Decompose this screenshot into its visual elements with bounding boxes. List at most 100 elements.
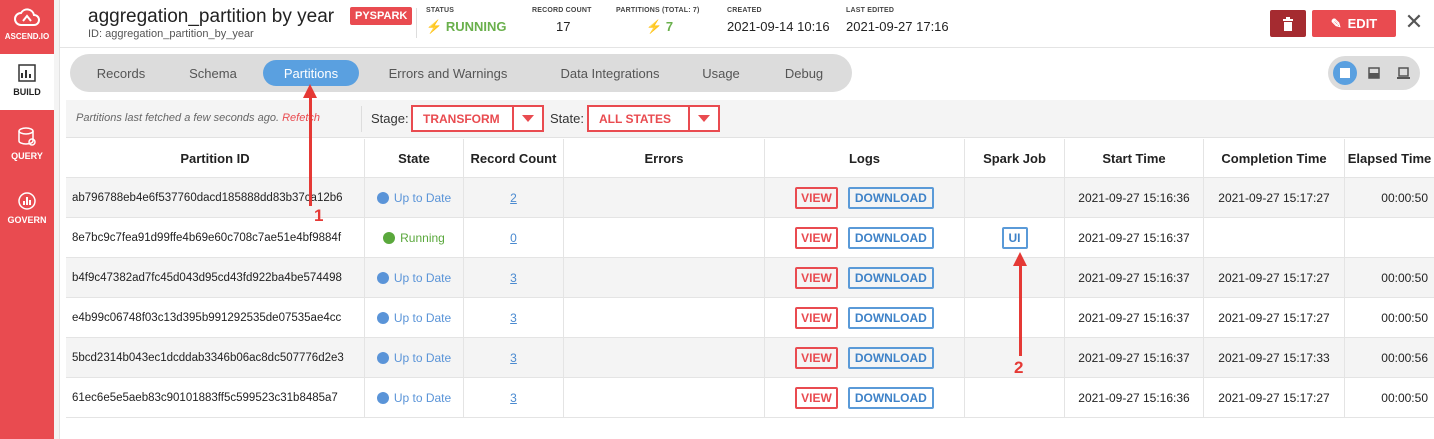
stage-label: Stage:	[371, 111, 409, 126]
download-log-button[interactable]: DOWNLOAD	[847, 266, 934, 289]
annotation-arrowhead-2	[1013, 252, 1027, 266]
state-badge: Running	[383, 231, 445, 245]
table-row[interactable]: e4b99c06748f03c13d395b991292535de07535ae…	[66, 298, 1434, 338]
state-cell: Up to Date	[365, 258, 464, 297]
col-state[interactable]: State	[365, 139, 464, 177]
edited-meta: LAST EDITED 2021-09-27 17:16	[846, 7, 949, 34]
close-icon[interactable]: ✕	[1404, 10, 1424, 36]
created-value: 2021-09-14 10:16	[727, 19, 830, 34]
download-log-button[interactable]: DOWNLOAD	[847, 186, 934, 209]
table-row[interactable]: 5bcd2314b043ec1dcddab3346b06ac8dc507776d…	[66, 338, 1434, 378]
logs-cell: VIEW DOWNLOAD	[765, 258, 965, 297]
running-bolt-icon: ⚡	[426, 19, 443, 34]
completion-time: 2021-09-27 15:17:33	[1218, 350, 1330, 365]
status-meta: STATUS ⚡ RUNNING	[426, 7, 506, 35]
record-count-link[interactable]: 3	[510, 351, 517, 365]
state-badge: Up to Date	[376, 311, 451, 325]
download-log-button[interactable]: DOWNLOAD	[847, 386, 934, 409]
col-completion-time[interactable]: Completion Time	[1204, 139, 1345, 177]
created-meta: CREATED 2021-09-14 10:16	[727, 7, 830, 34]
download-log-button[interactable]: DOWNLOAD	[847, 306, 934, 329]
check-circle-icon	[376, 191, 389, 204]
record-count-cell: 3	[464, 378, 564, 417]
record-count-cell: 0	[464, 218, 564, 257]
table-row[interactable]: ab796788eb4e6f537760dacd185888dd83b37ca1…	[66, 178, 1434, 218]
elapsed-time-cell	[1345, 218, 1434, 257]
completion-time: 2021-09-27 15:17:27	[1218, 310, 1330, 325]
completion-time-cell: 2021-09-27 15:17:33	[1204, 338, 1345, 377]
table-row[interactable]: 8e7bc9c7fea91d99ffe4b69e60c708c7ae51e4bf…	[66, 218, 1434, 258]
view-log-button[interactable]: VIEW	[795, 306, 838, 329]
bolt-icon	[383, 231, 396, 244]
rail-item-govern[interactable]: GOVERN	[0, 184, 54, 234]
table-row[interactable]: b4f9c47382ad7fc45d043d95cd43fd922ba4be57…	[66, 258, 1434, 298]
state-text: Running	[400, 230, 445, 245]
col-partition-id[interactable]: Partition ID	[66, 139, 365, 177]
view-log-button[interactable]: VIEW	[795, 186, 838, 209]
partitions-bolt-icon: ⚡	[646, 19, 663, 34]
record-count-link[interactable]: 0	[510, 231, 517, 245]
col-record-count[interactable]: Record Count	[464, 139, 564, 177]
record-count-link[interactable]: 2	[510, 191, 517, 205]
col-logs[interactable]: Logs	[765, 139, 965, 177]
tab-usage[interactable]: Usage	[692, 60, 750, 86]
delete-button[interactable]	[1270, 10, 1306, 37]
view-panel-button[interactable]	[1391, 61, 1415, 85]
view-log-button[interactable]: VIEW	[795, 226, 838, 249]
created-key: CREATED	[727, 7, 762, 14]
record-count-link[interactable]: 3	[510, 271, 517, 285]
view-log-button[interactable]: VIEW	[795, 386, 838, 409]
edit-button[interactable]: ✎ EDIT	[1312, 10, 1396, 37]
chevron-down-icon	[512, 107, 542, 130]
tab-partitions[interactable]: Partitions	[263, 60, 359, 86]
component-title: aggregation_partition by year	[88, 6, 335, 27]
spark-ui-button[interactable]: UI	[1001, 226, 1028, 249]
refetch-link[interactable]: Refetch	[282, 112, 320, 124]
elapsed-time: 00:00:50	[1381, 390, 1428, 405]
start-time-cell: 2021-09-27 15:16:37	[1065, 338, 1204, 377]
partition-id-cell: 5bcd2314b043ec1dcddab3346b06ac8dc507776d…	[66, 338, 365, 377]
state-cell: Up to Date	[365, 378, 464, 417]
partitions-meta: PARTITIONS (TOTAL: 7) ⚡ 7	[616, 7, 700, 35]
tab-debug[interactable]: Debug	[770, 60, 838, 86]
ascend-logo[interactable]: ASCEND.IO	[0, 0, 54, 46]
view-log-button[interactable]: VIEW	[795, 266, 838, 289]
spark-job-cell	[965, 298, 1065, 337]
col-spark-job[interactable]: Spark Job	[965, 139, 1065, 177]
col-elapsed-time[interactable]: Elapsed Time	[1345, 139, 1434, 177]
tab-records[interactable]: Records	[80, 60, 162, 86]
completion-time: 2021-09-27 15:17:27	[1218, 190, 1330, 205]
filter-divider	[361, 106, 362, 132]
tab-errors-warnings[interactable]: Errors and Warnings	[368, 60, 528, 86]
record-count-link[interactable]: 3	[510, 311, 517, 325]
col-start-time[interactable]: Start Time	[1065, 139, 1204, 177]
elapsed-time: 00:00:50	[1381, 190, 1428, 205]
rail-item-query[interactable]: QUERY	[0, 120, 54, 170]
logs-cell: VIEW DOWNLOAD	[765, 178, 965, 217]
tab-data-integrations[interactable]: Data Integrations	[536, 60, 684, 86]
state-text: Up to Date	[393, 190, 452, 205]
view-split-button[interactable]	[1362, 61, 1386, 85]
errors-cell	[564, 378, 765, 417]
state-select[interactable]: ALL STATES	[587, 105, 720, 132]
state-cell: Up to Date	[365, 338, 464, 377]
view-log-button[interactable]: VIEW	[795, 346, 838, 369]
view-full-button[interactable]	[1333, 61, 1357, 85]
col-errors[interactable]: Errors	[564, 139, 765, 177]
completion-time-cell	[1204, 218, 1345, 257]
state-text: Up to Date	[393, 350, 452, 365]
elapsed-time-cell: 00:00:56	[1345, 338, 1434, 377]
table-row[interactable]: 61ec6e5e5aeb83c90101883ff5c599523c31b848…	[66, 378, 1434, 418]
stage-select[interactable]: TRANSFORM	[411, 105, 544, 132]
check-circle-icon	[376, 271, 389, 284]
download-log-button[interactable]: DOWNLOAD	[847, 226, 934, 249]
download-log-button[interactable]: DOWNLOAD	[847, 346, 934, 369]
partition-id: 5bcd2314b043ec1dcddab3346b06ac8dc507776d…	[72, 351, 344, 364]
query-icon	[18, 127, 36, 146]
record-count-link[interactable]: 3	[510, 391, 517, 405]
partitions-table: Partition ID State Record Count Errors L…	[66, 139, 1434, 418]
start-time: 2021-09-27 15:16:37	[1078, 310, 1190, 325]
logs-cell: VIEW DOWNLOAD	[765, 218, 965, 257]
tab-schema[interactable]: Schema	[170, 60, 256, 86]
rail-item-build[interactable]: BUILD	[0, 54, 54, 110]
